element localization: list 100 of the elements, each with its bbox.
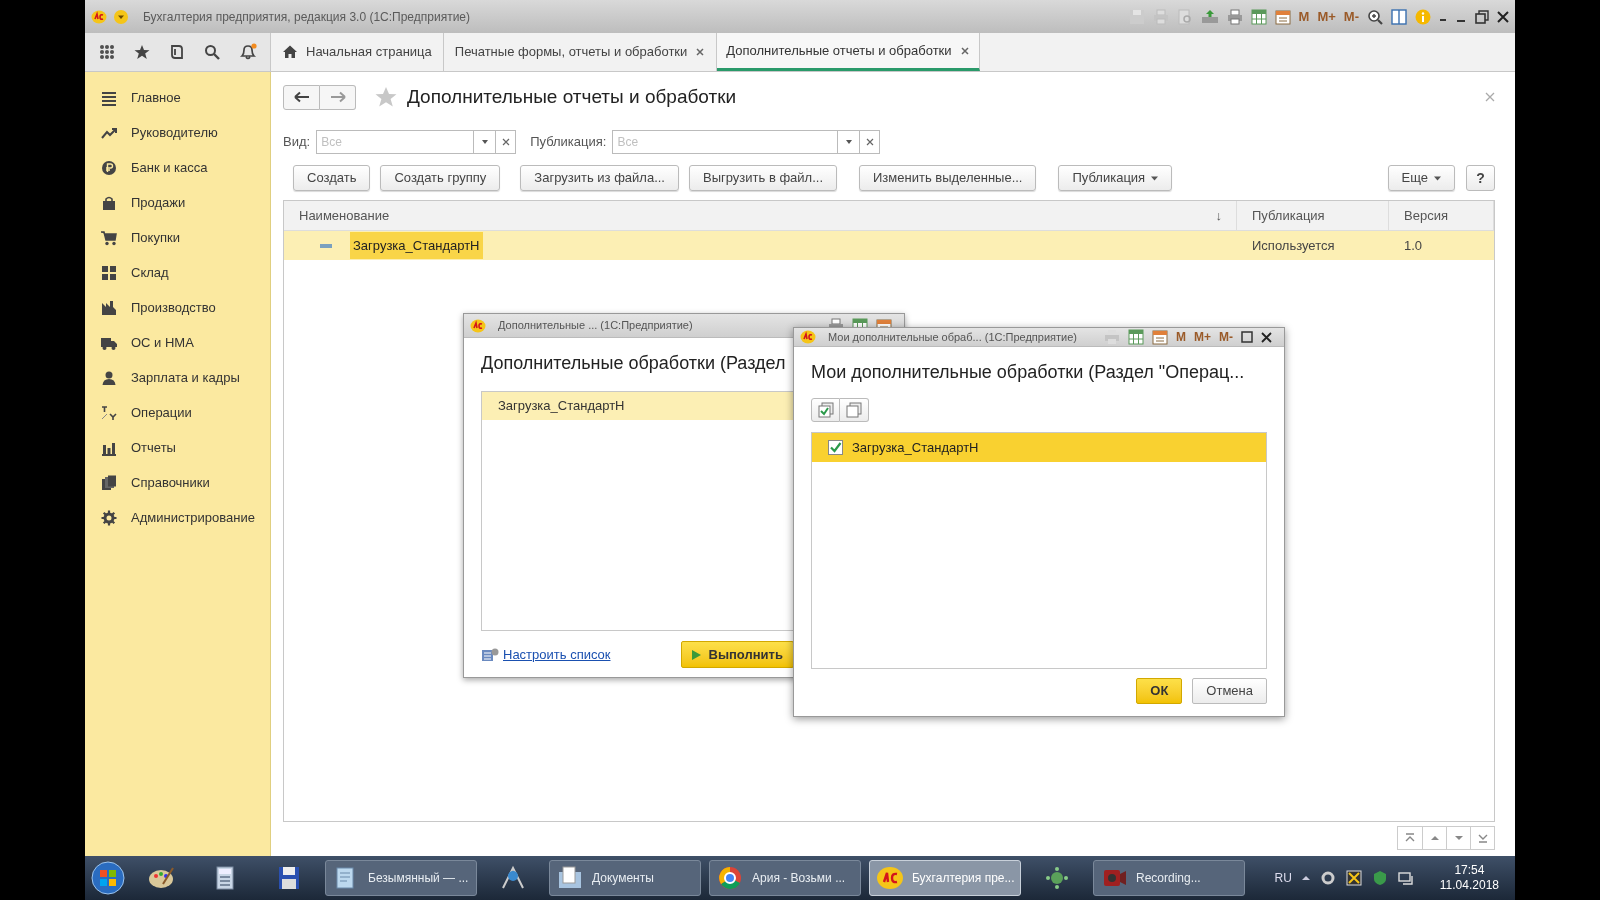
logo-icon[interactable] [470,317,486,334]
sidebar-item[interactable]: Покупки [85,220,270,255]
back-button[interactable] [283,84,320,110]
books-icon [101,474,117,491]
sidebar-item[interactable]: Руководителю [85,115,270,150]
coin-icon [101,159,117,176]
toolbar-button[interactable]: Создать [293,165,371,191]
sidebar-item[interactable]: Отчеты [85,430,270,465]
uncheck-all-button[interactable] [840,398,869,422]
sidebar-item[interactable]: Производство [85,290,270,325]
dropdown-button[interactable] [474,130,497,154]
close-icon[interactable] [1497,10,1509,23]
filter-label: Публикация: [530,133,607,152]
dropdown-button[interactable] [838,130,861,154]
sidebar-item[interactable]: Склад [85,255,270,290]
clock[interactable]: 17:54 11.04.2018 [1439,863,1499,893]
start-icon[interactable] [91,861,125,895]
ok-button[interactable]: ОК [1136,678,1183,704]
sidebar-item[interactable]: Справочники [85,465,270,500]
toolbar-button[interactable]: Публикация [1058,165,1173,191]
tray-app-icon[interactable] [1345,870,1362,886]
more-button[interactable]: Еще [1387,165,1455,191]
settings-link[interactable]: Настроить список [503,644,611,665]
tray-shield-icon[interactable] [1371,870,1388,886]
logo-icon[interactable] [91,8,107,25]
memory-button[interactable]: M+ [1194,328,1211,346]
sidebar-item[interactable]: Продажи [85,185,270,220]
taskbar-button[interactable]: Безымянный — ... [325,860,477,896]
cancel-button[interactable]: Отмена [1192,678,1267,704]
close-icon[interactable] [1261,331,1272,343]
help-button[interactable]: ? [1466,165,1495,191]
sidebar-item[interactable]: Зарплата и кадры [85,360,270,395]
memory-button[interactable]: M [1176,328,1186,346]
toolbar-button[interactable]: Изменить выделенные... [859,165,1037,191]
table-icon[interactable] [1250,8,1267,25]
tray-gear-icon[interactable] [1319,870,1336,886]
run-button[interactable]: Выполнить [680,641,794,668]
back-arrow-icon [293,91,310,103]
calendar-icon[interactable] [1152,329,1168,345]
clear-button[interactable] [496,130,517,154]
search-icon[interactable] [203,44,220,60]
taskbar-button[interactable]: Recording... [1093,860,1245,896]
tray-network-icon[interactable] [1397,870,1414,886]
sidebar-item[interactable]: ОС и НМА [85,325,270,360]
sort-indicator[interactable]: ↓ [1215,205,1222,226]
filter-field[interactable]: Все [316,130,475,154]
sidebar-item[interactable]: Операции [85,395,270,430]
sidebar-item[interactable]: Администрирование [85,500,270,535]
grid-icon [101,264,117,281]
printer-icon[interactable] [1226,8,1243,25]
clear-button[interactable] [860,130,881,154]
clear-icon [501,138,510,146]
home-icon [282,44,298,60]
check-all-icon [817,402,834,418]
bag-icon [101,194,117,211]
sidebar-item[interactable]: Главное [85,80,270,115]
scroll-bottom-icon[interactable] [1476,832,1489,844]
memory-button[interactable]: M- [1219,328,1233,346]
tray-expand-icon[interactable] [1301,875,1310,881]
toolbar-button[interactable]: Загрузить из файла... [520,165,679,191]
settings-icon [101,509,117,526]
table-icon[interactable] [1128,329,1144,345]
tab[interactable]: Начальная страница [271,33,444,71]
checkbox[interactable] [828,440,843,455]
scroll-top-icon[interactable] [1404,832,1416,844]
filter-field[interactable]: Все [612,130,839,154]
sidebar-item[interactable]: Банк и касса [85,150,270,185]
menu-caret-icon[interactable] [113,8,129,25]
taskbar-button[interactable]: Документы [549,860,701,896]
list-settings-icon[interactable] [481,646,499,663]
column-header[interactable]: Наименование [299,205,390,226]
apps-grid-icon[interactable] [98,44,115,60]
dialog-heading: Дополнительные обработки (Раздел [481,352,786,375]
toolbar-button[interactable]: Создать группу [380,165,501,191]
star-icon[interactable] [133,44,150,60]
calendar-icon[interactable] [1274,8,1291,25]
table-row[interactable]: Загрузка_СтандартН Используется 1.0 [284,231,1494,260]
list-item[interactable]: Загрузка_СтандартН [812,433,1266,462]
play-icon [691,649,701,660]
restore-icon[interactable] [1475,9,1489,24]
table-cell-text: Используется [1251,236,1336,255]
panel-icon[interactable] [1391,8,1407,25]
browser-icon [716,864,744,892]
bell-icon[interactable] [238,43,257,61]
tab[interactable]: Дополнительные отчеты и обработки [717,33,980,71]
check-all-button[interactable] [811,398,840,422]
person-icon [101,369,117,386]
logo-icon[interactable] [800,329,816,345]
column-header[interactable]: Версия [1404,205,1448,226]
maximize-icon[interactable] [1241,331,1253,343]
filter-label: Вид: [283,133,311,152]
taskbar-button[interactable]: Ария - Возьми ... [709,860,861,896]
zoom-icon[interactable] [1367,8,1383,25]
cluster-icon[interactable] [1043,864,1071,892]
language-indicator[interactable]: RU [1274,869,1292,887]
upload-icon[interactable] [1200,8,1219,25]
close-icon[interactable] [959,45,970,56]
favorite-star-icon[interactable] [375,86,397,108]
toolbar-button[interactable]: Выгрузить в файл... [689,165,837,191]
column-header[interactable]: Публикация [1252,205,1325,226]
